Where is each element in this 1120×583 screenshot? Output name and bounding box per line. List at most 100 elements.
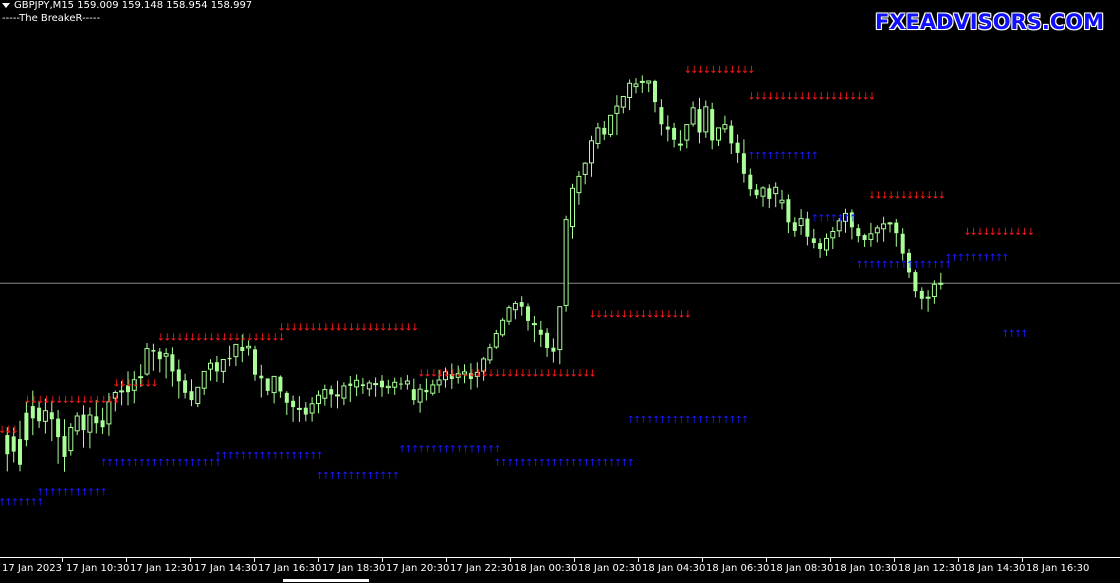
candle-body (11, 436, 16, 452)
candle (399, 377, 403, 390)
price-chart[interactable]: ↓↓↓↓↓↓↓↓↓↓↓↓↓↓↓↓↓↓↓↓↓↓↓↓↓↓↓↓↓↓↓↓↓↓↓↓↓↓↓↓… (0, 0, 1120, 557)
candle (754, 184, 759, 199)
candle-body (729, 125, 734, 144)
candle (677, 130, 683, 151)
candle-body (316, 394, 321, 405)
candle-body (94, 416, 99, 424)
candle-body (24, 412, 29, 441)
candle (81, 405, 86, 448)
candle-body (201, 370, 207, 389)
time-axis-label: 17 Jan 2023 (2, 563, 62, 574)
candle (672, 122, 677, 148)
candle (798, 209, 804, 235)
candle (627, 79, 633, 111)
candle-body (760, 187, 766, 197)
candle-body (722, 124, 728, 130)
candle-body (424, 389, 429, 393)
candle-body (639, 80, 645, 83)
candle-body (119, 390, 125, 393)
candle (620, 95, 626, 114)
candle (659, 99, 664, 136)
candle-body (144, 348, 150, 375)
candle-body (265, 378, 270, 391)
candle-body (366, 382, 372, 390)
time-axis-label: 17 Jan 10:30 (66, 563, 130, 574)
candle-body (684, 124, 690, 141)
candle-body (531, 323, 537, 326)
candle-body (716, 127, 721, 141)
sell-arrow-icon: ↓ (150, 379, 158, 390)
candle-body (862, 235, 867, 240)
sell-arrow-icon: ↓ (938, 191, 946, 202)
candle (741, 139, 746, 183)
indicator-label: -----The BreakeR----- (2, 13, 101, 24)
candle (151, 343, 156, 371)
time-axis-label: 18 Jan 16:30 (1026, 563, 1090, 574)
time-tick (702, 558, 703, 562)
candle-body (786, 199, 791, 223)
candle (684, 124, 690, 149)
candle-body (354, 379, 360, 388)
candle (690, 101, 696, 127)
candle (767, 184, 772, 209)
candle-body (81, 414, 86, 431)
candle-body (608, 114, 614, 135)
candle-body (620, 96, 626, 108)
candle (201, 370, 207, 395)
candle-body (690, 107, 696, 125)
candle-body (805, 218, 810, 237)
time-axis-label: 17 Jan 22:30 (450, 563, 514, 574)
candle (582, 162, 588, 185)
candle-body (246, 345, 252, 349)
candle (56, 410, 61, 464)
buy-arrow-icon: ↑ (849, 214, 857, 225)
time-axis-label: 18 Jan 10:30 (834, 563, 898, 574)
candle (296, 396, 302, 422)
candle (773, 182, 779, 208)
sell-arrow-icon: ↓ (112, 395, 120, 406)
candle (703, 100, 709, 138)
candle-body (506, 307, 512, 322)
candle-body (87, 414, 93, 433)
candle (144, 343, 150, 376)
candle (183, 373, 188, 399)
candle-body (195, 386, 201, 404)
candle-body (653, 81, 657, 103)
candle-body (380, 380, 384, 388)
time-tick (830, 558, 831, 562)
buy-arrow-icon: ↑ (36, 497, 44, 508)
candle (366, 380, 372, 397)
sell-arrow-icon: ↓ (684, 309, 692, 320)
candle-body (563, 219, 569, 306)
candle-body (526, 306, 530, 321)
candle (189, 379, 194, 407)
candle-body (938, 282, 944, 285)
candle (24, 402, 29, 447)
candle (291, 395, 296, 422)
candle (220, 359, 226, 383)
candle (868, 222, 874, 247)
candle-body (487, 347, 493, 361)
candle-body (18, 439, 22, 465)
candle (919, 287, 924, 310)
candle (68, 423, 74, 456)
chart-window[interactable]: ↓ ↓ ↓ ↓ ↓ ↓ ↓ ↓ ↓ ↓ ↓ ↓ ↓ ↓ ↓ ↓ ↓ ↓ ↓ ↓ ↓ ↓ ↓ ↓ ↓ ↓ ↓ ↓ ↓ ↓ ↓ ↓ ↓ ↓ ↓ ↓ ↓ ↓ ↓ ↓… (0, 0, 1120, 582)
sell-arrow-icon: ↓ (868, 92, 876, 103)
time-tick (446, 558, 447, 562)
candle (887, 221, 893, 233)
time-tick (510, 558, 511, 562)
candle-body (392, 381, 398, 388)
candle-body (436, 379, 442, 386)
candle-body (183, 380, 188, 393)
collapse-triangle-icon[interactable] (2, 2, 10, 8)
candle-body (874, 227, 880, 234)
candle (265, 378, 270, 396)
candle-body (253, 349, 257, 375)
candle (284, 391, 289, 415)
candle (614, 95, 620, 136)
candle-body (74, 415, 80, 432)
candle-body (894, 222, 899, 234)
candle-body (627, 82, 633, 99)
candle (208, 359, 213, 381)
candle-body (602, 127, 607, 135)
